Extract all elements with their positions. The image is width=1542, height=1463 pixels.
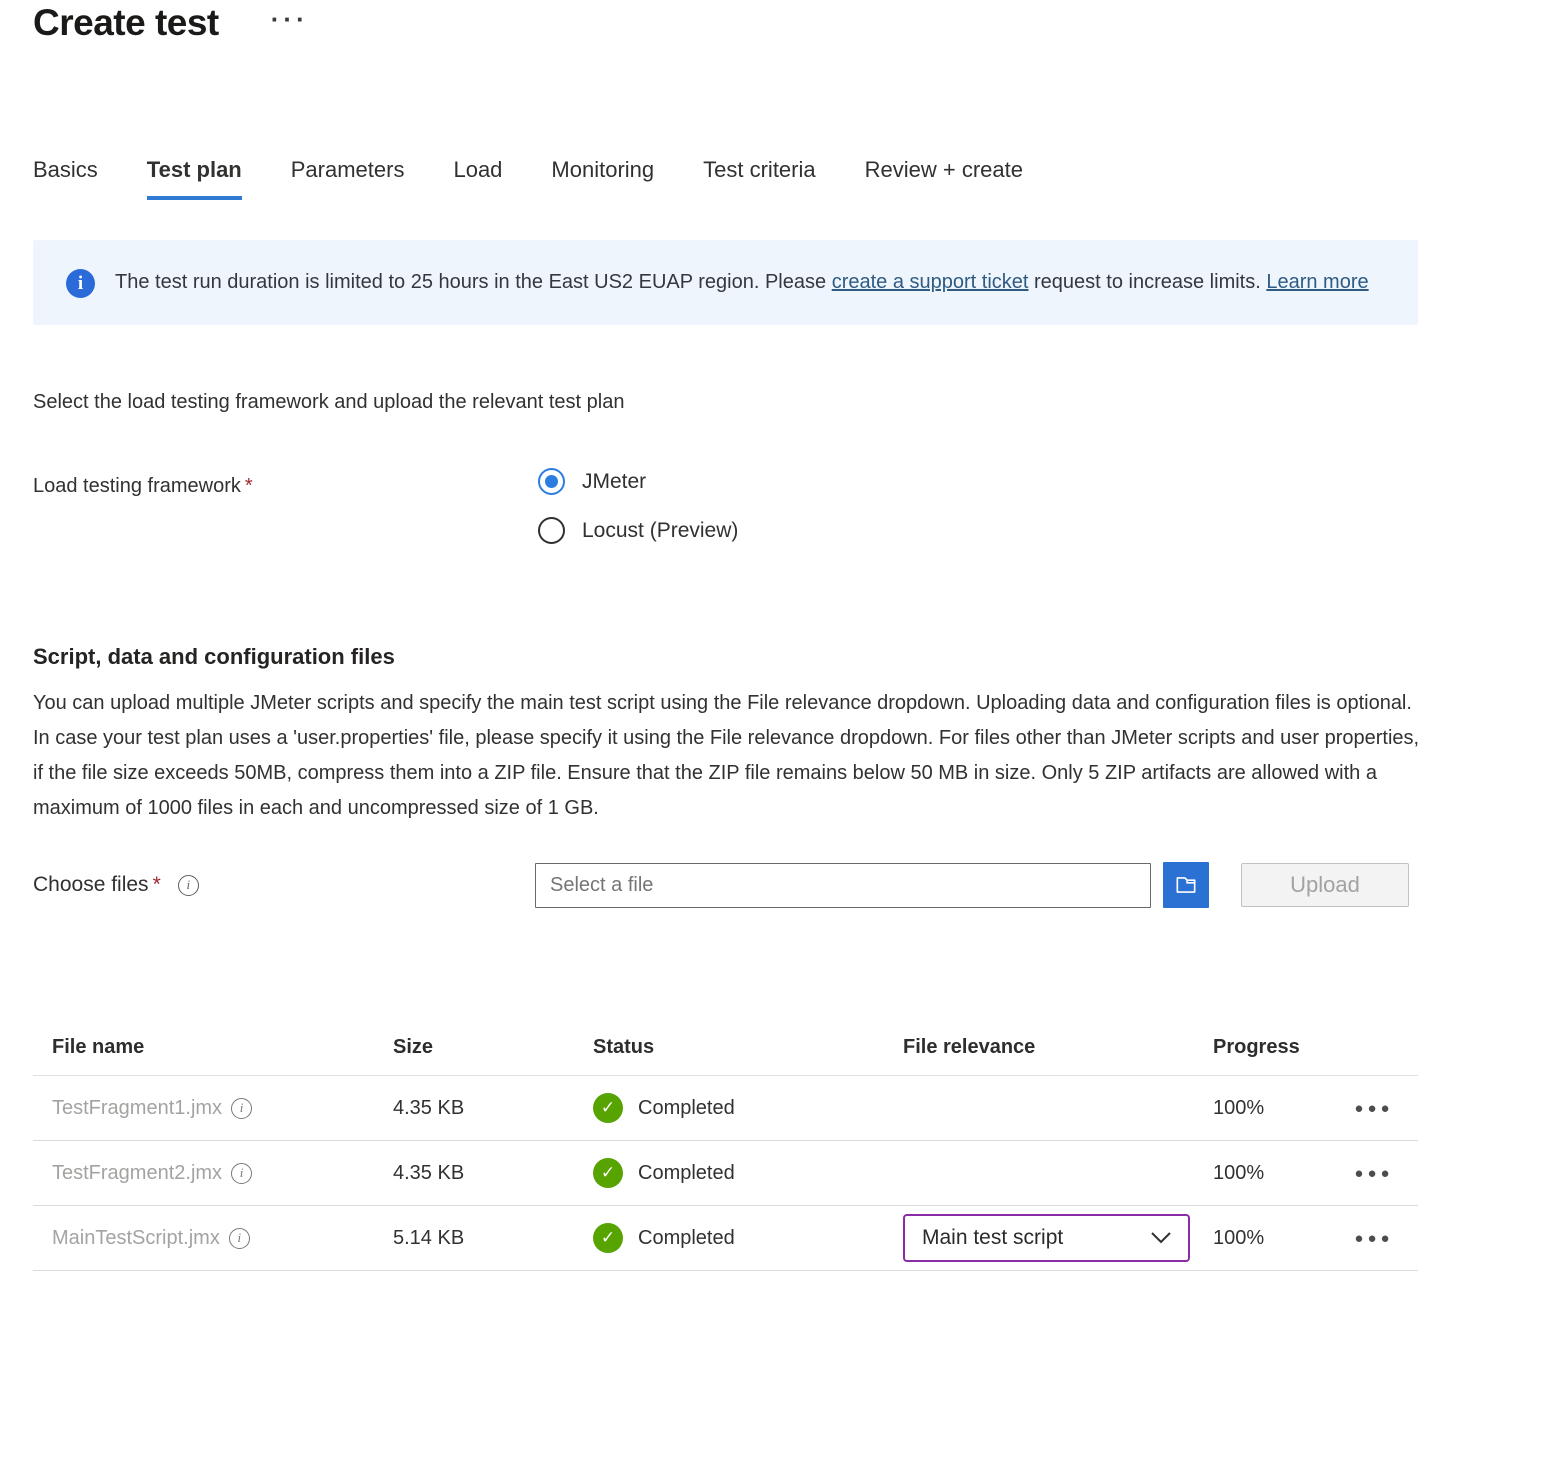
uploaded-files-table: File name Size Status File relevance Pro…: [33, 1020, 1418, 1271]
col-header-file-name: File name: [52, 1036, 393, 1059]
file-size-cell: 4.35 KB: [393, 1097, 593, 1120]
info-banner: i The test run duration is limited to 25…: [33, 240, 1418, 325]
tab-test-plan[interactable]: Test plan: [147, 157, 242, 200]
file-relevance-dropdown[interactable]: Main test script: [903, 1214, 1190, 1262]
file-progress-cell: 100%: [1213, 1162, 1330, 1185]
row-more-button[interactable]: ●●●: [1354, 1165, 1393, 1182]
col-header-size: Size: [393, 1036, 593, 1059]
check-circle-icon: ✓: [593, 1223, 623, 1253]
file-size-cell: 5.14 KB: [393, 1227, 593, 1250]
col-header-progress: Progress: [1213, 1036, 1330, 1059]
row-actions-cell: ●●●: [1330, 1165, 1418, 1182]
learn-more-link[interactable]: Learn more: [1266, 271, 1368, 293]
banner-text-part1: The test run duration is limited to 25 h…: [115, 271, 832, 293]
choose-files-row: Choose files * i Upload: [33, 862, 1542, 908]
required-asterisk: *: [153, 873, 161, 897]
file-progress-cell: 100%: [1213, 1097, 1330, 1120]
browse-files-button[interactable]: [1163, 862, 1209, 908]
file-status-text: Completed: [638, 1227, 735, 1250]
framework-radio-group: JMeter Locust (Preview): [538, 468, 738, 544]
file-name-cell: TestFragment1.jmx i: [52, 1097, 393, 1120]
file-relevance-cell: Main test script: [903, 1214, 1213, 1262]
framework-label-text: Load testing framework: [33, 475, 241, 497]
table-row: TestFragment1.jmx i 4.35 KB ✓ Completed …: [33, 1076, 1418, 1141]
files-section-description: You can upload multiple JMeter scripts a…: [33, 686, 1425, 826]
file-name-text: MainTestScript.jmx: [52, 1227, 220, 1250]
file-name-text: TestFragment1.jmx: [52, 1097, 222, 1120]
check-circle-icon: ✓: [593, 1158, 623, 1188]
file-name-cell: MainTestScript.jmx i: [52, 1227, 393, 1250]
file-relevance-selected-value: Main test script: [922, 1226, 1063, 1250]
create-support-ticket-link[interactable]: create a support ticket: [832, 271, 1029, 293]
choose-files-label-wrap: Choose files * i: [33, 873, 535, 897]
table-row: TestFragment2.jmx i 4.35 KB ✓ Completed …: [33, 1141, 1418, 1206]
file-status-cell: ✓ Completed: [593, 1093, 903, 1123]
radio-locust-label: Locust (Preview): [582, 519, 738, 543]
row-actions-cell: ●●●: [1330, 1100, 1418, 1117]
tab-basics[interactable]: Basics: [33, 157, 98, 200]
row-actions-cell: ●●●: [1330, 1230, 1418, 1247]
select-file-input[interactable]: [535, 863, 1151, 908]
file-status-cell: ✓ Completed: [593, 1223, 903, 1253]
table-row: MainTestScript.jmx i 5.14 KB ✓ Completed…: [33, 1206, 1418, 1271]
tab-review-create[interactable]: Review + create: [865, 157, 1023, 200]
upload-button[interactable]: Upload: [1241, 863, 1409, 907]
tab-monitoring[interactable]: Monitoring: [551, 157, 654, 200]
info-icon: i: [66, 269, 95, 298]
create-test-page: Create test ··· Basics Test plan Paramet…: [0, 0, 1542, 1463]
wizard-tabs: Basics Test plan Parameters Load Monitor…: [33, 157, 1542, 200]
row-more-button[interactable]: ●●●: [1354, 1230, 1393, 1247]
row-more-button[interactable]: ●●●: [1354, 1100, 1393, 1117]
file-size-cell: 4.35 KB: [393, 1162, 593, 1185]
banner-text-part2: request to increase limits.: [1028, 271, 1266, 293]
page-header: Create test ···: [33, 0, 1542, 44]
file-progress-cell: 100%: [1213, 1227, 1330, 1250]
file-status-text: Completed: [638, 1097, 735, 1120]
framework-intro-text: Select the load testing framework and up…: [33, 391, 1542, 414]
tab-test-criteria[interactable]: Test criteria: [703, 157, 815, 200]
file-info-icon[interactable]: i: [231, 1098, 252, 1119]
radio-locust[interactable]: Locust (Preview): [538, 517, 738, 544]
tab-parameters[interactable]: Parameters: [291, 157, 405, 200]
file-info-icon[interactable]: i: [231, 1163, 252, 1184]
radio-jmeter[interactable]: JMeter: [538, 468, 738, 495]
file-status-text: Completed: [638, 1162, 735, 1185]
page-title: Create test: [33, 2, 219, 44]
framework-field-row: Load testing framework* JMeter Locust (P…: [33, 468, 1542, 544]
col-header-file-relevance: File relevance: [903, 1036, 1213, 1059]
choose-files-label: Choose files: [33, 873, 149, 897]
radio-selected-icon: [538, 468, 565, 495]
radio-unselected-icon: [538, 517, 565, 544]
folder-icon: [1173, 872, 1199, 898]
check-circle-icon: ✓: [593, 1093, 623, 1123]
page-more-button[interactable]: ···: [271, 6, 309, 32]
choose-files-info-icon[interactable]: i: [178, 875, 199, 896]
tab-load[interactable]: Load: [453, 157, 502, 200]
col-header-status: Status: [593, 1036, 903, 1059]
file-info-icon[interactable]: i: [229, 1228, 250, 1249]
table-header-row: File name Size Status File relevance Pro…: [33, 1020, 1418, 1076]
file-status-cell: ✓ Completed: [593, 1158, 903, 1188]
file-name-cell: TestFragment2.jmx i: [52, 1162, 393, 1185]
framework-field-label: Load testing framework*: [33, 468, 538, 544]
chevron-down-icon: [1151, 1232, 1171, 1244]
info-banner-text: The test run duration is limited to 25 h…: [115, 267, 1369, 298]
required-asterisk: *: [245, 475, 253, 497]
file-name-text: TestFragment2.jmx: [52, 1162, 222, 1185]
radio-jmeter-label: JMeter: [582, 470, 646, 494]
files-section-heading: Script, data and configuration files: [33, 644, 1542, 670]
